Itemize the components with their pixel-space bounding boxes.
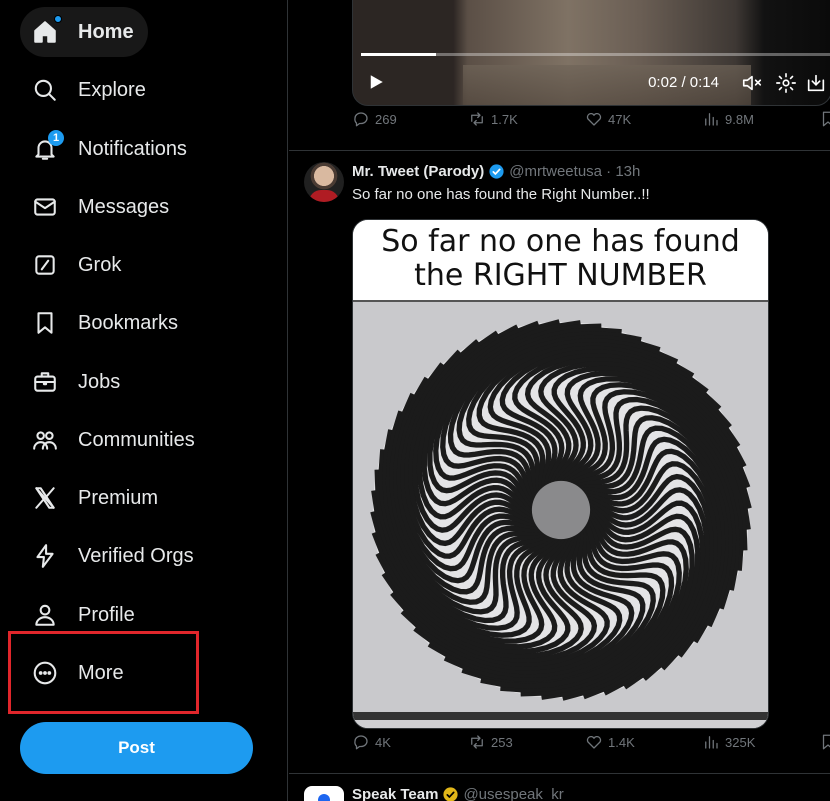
avatar[interactable] [304, 162, 344, 202]
popout-icon[interactable] [805, 72, 827, 94]
spiral-illusion [367, 316, 755, 704]
next-author-handle[interactable]: @usespeak_kr [463, 786, 563, 801]
video-progress-fill [361, 53, 437, 56]
like-action[interactable]: 47K [585, 110, 631, 128]
nav-grok[interactable]: Grok [20, 240, 135, 290]
play-icon[interactable] [367, 73, 385, 91]
views-icon [705, 113, 718, 126]
image-caption-line2: the RIGHT NUMBER [414, 258, 707, 293]
reply-icon [354, 112, 368, 127]
next-tweet-header: Speak Team @usespeak_kr [352, 786, 564, 801]
tweet-image[interactable]: So far no one has found the RIGHT NUMBER [352, 219, 769, 729]
next-author-name[interactable]: Speak Team [352, 786, 438, 801]
nav-bookmarks-label: Bookmarks [78, 311, 179, 334]
home-icon [32, 15, 62, 45]
gold-verified-badge-icon [443, 787, 459, 801]
nav-communities[interactable]: Communities [20, 415, 209, 465]
nav-premium-label: Premium [78, 486, 159, 509]
video-progress-bar[interactable] [361, 53, 830, 56]
timeline-feed: 0:02 / 0:14 269 1.7K 47K 9.8M Mr. Tweet … [289, 0, 830, 801]
people-icon [32, 427, 58, 453]
nav-home[interactable]: Home [20, 7, 148, 57]
views-count: 9.8M [725, 111, 754, 127]
repost-count: 253 [491, 734, 513, 750]
x-logo-icon [32, 485, 58, 511]
views-count: 325K [725, 734, 756, 750]
nav-messages-label: Messages [78, 195, 170, 218]
nav-jobs[interactable]: Jobs [20, 357, 134, 407]
notifications-badge: 1 [48, 130, 64, 146]
speak-team-avatar[interactable] [304, 786, 344, 801]
left-sidebar: Home Explore 1 Notifications Messages Gr… [0, 0, 288, 801]
views-action[interactable]: 9.8M [702, 110, 754, 128]
views-action[interactable]: 325K [702, 733, 755, 751]
spiral-illusion-graphic [370, 319, 752, 701]
author-name[interactable]: Mr. Tweet (Parody) [352, 163, 484, 180]
repost-count: 1.7K [491, 111, 518, 127]
settings-gear-icon[interactable] [775, 72, 797, 94]
briefcase-icon [32, 369, 58, 395]
tweet-divider [289, 150, 830, 151]
reply-action[interactable]: 4K [352, 733, 391, 751]
reply-count: 4K [375, 734, 391, 750]
video-time: 0:02 / 0:14 [648, 74, 719, 91]
nav-jobs-label: Jobs [78, 370, 121, 393]
heart-icon [586, 112, 602, 126]
tweet-text: So far no one has found the Right Number… [352, 186, 650, 203]
author-handle[interactable]: @mrtweetusa · 13h [509, 163, 640, 180]
like-count: 1.4K [608, 734, 635, 750]
repost-action[interactable]: 1.7K [468, 110, 518, 128]
home-new-dot [54, 15, 62, 23]
nav-bookmarks[interactable]: Bookmarks [20, 298, 192, 348]
nav-grok-label: Grok [78, 253, 122, 276]
bookmark-action[interactable] [819, 733, 830, 751]
video-player[interactable]: 0:02 / 0:14 [352, 0, 830, 106]
grok-icon [32, 252, 58, 278]
heart-icon [586, 735, 602, 749]
bell-icon: 1 [32, 130, 64, 162]
tweet-divider [289, 773, 830, 774]
nav-notifications[interactable]: 1 Notifications [20, 124, 201, 174]
nav-messages[interactable]: Messages [20, 182, 183, 232]
more-highlight-box [8, 631, 199, 714]
repost-icon [471, 735, 483, 749]
person-icon [32, 602, 58, 628]
nav-profile-label: Profile [78, 603, 135, 626]
image-caption-line1: So far no one has found [381, 224, 740, 259]
nav-verified-orgs-label: Verified Orgs [78, 544, 194, 567]
envelope-icon [32, 194, 58, 220]
image-bottom-strip [353, 720, 768, 728]
views-icon [705, 736, 718, 749]
nav-explore-label: Explore [78, 78, 146, 101]
nav-explore[interactable]: Explore [20, 65, 160, 115]
like-action[interactable]: 1.4K [585, 733, 635, 751]
bookmark-small-icon [822, 734, 830, 750]
nav-communities-label: Communities [78, 428, 195, 451]
reply-icon [354, 735, 368, 750]
mute-icon[interactable] [741, 72, 763, 94]
nav-premium[interactable]: Premium [20, 473, 172, 523]
verified-badge-icon [489, 164, 504, 179]
bookmark-small-icon [822, 111, 830, 127]
tweet-header: Mr. Tweet (Parody) @mrtweetusa · 13h [352, 163, 640, 180]
lightning-icon [32, 543, 58, 569]
nav-verified-orgs[interactable]: Verified Orgs [20, 531, 208, 581]
reply-action[interactable]: 269 [352, 110, 397, 128]
post-button[interactable]: Post [20, 722, 253, 774]
bookmark-icon [32, 310, 58, 336]
like-count: 47K [608, 111, 632, 127]
reply-count: 269 [375, 111, 397, 127]
nav-home-label: Home [78, 20, 134, 43]
image-bottom-bar [353, 712, 768, 720]
bookmark-action[interactable] [819, 110, 830, 128]
image-caption: So far no one has found the RIGHT NUMBER [353, 220, 768, 298]
nav-notifications-label: Notifications [78, 137, 187, 160]
search-icon [32, 77, 58, 103]
repost-action[interactable]: 253 [468, 733, 513, 751]
repost-icon [471, 112, 483, 126]
